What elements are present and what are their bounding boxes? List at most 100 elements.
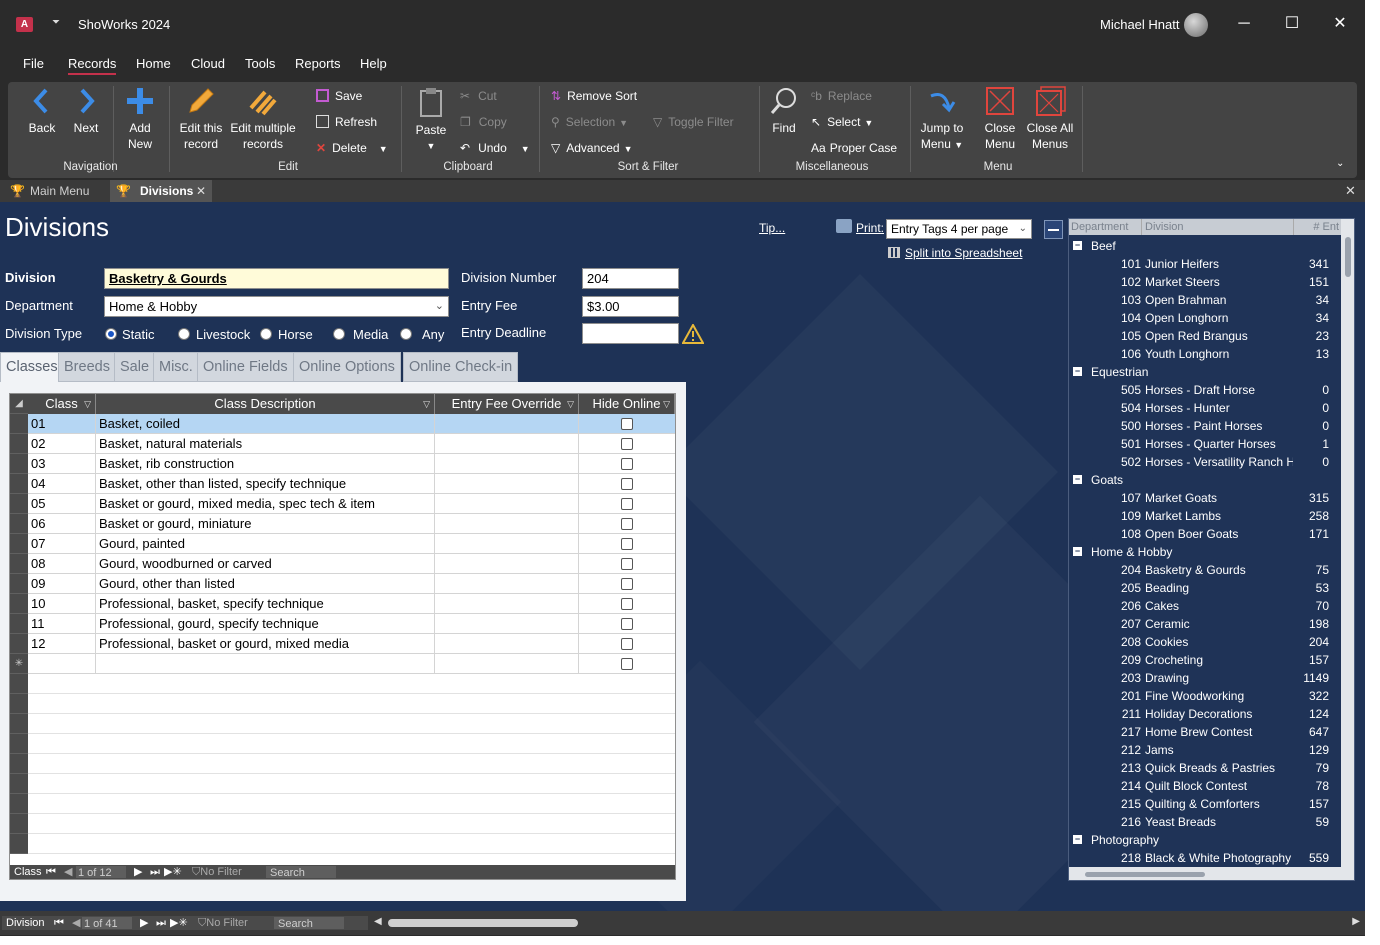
hide-online-checkbox[interactable] [621,538,633,550]
radio-static[interactable] [105,328,117,340]
cell-description[interactable]: Gourd, painted [96,534,435,554]
column-header-hide-online[interactable]: Hide Online ▽ [579,394,675,414]
collapse-minus-icon[interactable]: − [1073,241,1082,250]
filter-dropdown-icon[interactable]: ▽ [567,394,574,414]
cell-class[interactable]: 04 [28,474,96,494]
tab-sale[interactable]: Sale [114,352,156,382]
cell-entry-fee-override[interactable] [435,474,579,494]
menu-records[interactable]: Records [68,56,117,75]
maximize-button[interactable]: ☐ [1280,12,1304,36]
form-horizontal-scrollbar[interactable]: ◀ ▶ [372,916,1362,930]
cell-description[interactable]: Gourd, woodburned or carved [96,554,435,574]
bottom-nav-search-input[interactable]: Search [274,917,344,930]
cell-description[interactable]: Gourd, other than listed [96,574,435,594]
row-selector[interactable] [10,734,28,754]
cell-entry-fee-override[interactable] [435,454,579,474]
nav-search-input[interactable]: Search [266,866,336,879]
menu-help[interactable]: Help [360,56,387,71]
tree-item-row[interactable]: 208 Cookies 204 [1069,633,1354,651]
hide-online-checkbox[interactable] [621,458,633,470]
collapse-minus-icon[interactable]: − [1073,475,1082,484]
radio-livestock[interactable] [178,328,190,340]
new-record-icon[interactable]: ▶✳ [170,916,188,930]
table-row[interactable]: 07 Gourd, painted [28,534,675,554]
tree-item-row[interactable]: 207 Ceramic 198 [1069,615,1354,633]
cell-entry-fee-override[interactable] [435,534,579,554]
menu-reports[interactable]: Reports [295,56,341,71]
row-selector[interactable] [10,674,28,694]
row-selector[interactable] [10,514,28,534]
tree-item-row[interactable]: 105 Open Red Brangus 23 [1069,327,1354,345]
first-record-icon[interactable]: ⏮ [54,916,64,930]
split-spreadsheet-link[interactable]: Split into Spreadsheet [905,246,1022,260]
cut-button[interactable]: ✂ Cut [460,88,497,104]
collapse-ribbon-chevron-icon[interactable]: ⌄ [1336,156,1344,172]
cell-entry-fee-override[interactable] [435,554,579,574]
row-selector[interactable] [10,834,28,854]
table-row[interactable]: 08 Gourd, woodburned or carved [28,554,675,574]
cell-description[interactable]: Basket, coiled [96,414,435,434]
entry-deadline-field[interactable] [582,323,679,344]
prev-record-icon[interactable]: ◀ [64,865,72,879]
back-button[interactable]: Back [24,86,60,136]
cell-class[interactable]: 10 [28,594,96,614]
avatar[interactable] [1184,13,1208,37]
close-object-icon[interactable]: ✕ [1345,180,1356,202]
tree-item-row[interactable]: 104 Open Longhorn 34 [1069,309,1354,327]
cell-class[interactable]: 03 [28,454,96,474]
row-selector[interactable] [10,594,28,614]
prev-record-icon[interactable]: ◀ [72,916,80,930]
column-header-entry-fee-override[interactable]: Entry Fee Override ▽ [435,394,579,414]
row-selector[interactable] [10,634,28,654]
row-selector[interactable] [10,534,28,554]
cell-class[interactable]: 01 [28,414,96,434]
row-selector[interactable] [10,694,28,714]
collapse-minus-icon[interactable]: − [1073,367,1082,376]
cell-class[interactable]: 07 [28,534,96,554]
tree-item-row[interactable]: 102 Market Steers 151 [1069,273,1354,291]
tree-group-row[interactable]: − Photography [1069,831,1354,849]
close-all-menus-button[interactable]: Close All Menus [1024,86,1076,152]
cell-class[interactable]: 09 [28,574,96,594]
radio-any[interactable] [400,328,412,340]
tree-item-row[interactable]: 215 Quilting & Comforters 157 [1069,795,1354,813]
tree-group-row[interactable]: − Equestrian [1069,363,1354,381]
cell-entry-fee-override[interactable] [435,614,579,634]
cell-class[interactable]: 08 [28,554,96,574]
refresh-button[interactable]: Refresh [316,114,377,130]
cell-class[interactable] [28,654,96,674]
row-selector[interactable] [10,434,28,454]
tree-item-row[interactable]: 205 Beading 53 [1069,579,1354,597]
no-filter-button[interactable]: ⛉ No Filter [198,916,248,930]
print-report-select[interactable]: Entry Tags 4 per page ⌄ [886,219,1032,239]
last-record-icon[interactable]: ⏭ [150,865,160,879]
column-header-class[interactable]: Class ▽ [28,394,96,414]
tree-header-division[interactable]: Division [1141,219,1293,235]
cell-entry-fee-override[interactable] [435,634,579,654]
cell-description[interactable]: Professional, basket or gourd, mixed med… [96,634,435,654]
tree-item-row[interactable]: 106 Youth Longhorn 13 [1069,345,1354,363]
tree-item-row[interactable]: 211 Holiday Decorations 124 [1069,705,1354,723]
row-selector[interactable]: ✳ [10,654,28,674]
cell-entry-fee-override[interactable] [435,414,579,434]
row-selector[interactable] [10,414,28,434]
next-button[interactable]: Next [68,86,104,136]
row-selector[interactable] [10,794,28,814]
tab-online-fields[interactable]: Online Fields [197,352,294,382]
tree-item-row[interactable]: 101 Junior Heifers 341 [1069,255,1354,273]
tree-item-row[interactable]: 206 Cakes 70 [1069,597,1354,615]
find-button[interactable]: Find [766,86,802,136]
hide-online-checkbox[interactable] [621,558,633,570]
cell-entry-fee-override[interactable] [435,594,579,614]
row-selector[interactable] [10,614,28,634]
row-selector[interactable] [10,574,28,594]
tree-item-row[interactable]: 204 Basketry & Gourds 75 [1069,561,1354,579]
menu-file[interactable]: File [23,56,44,71]
new-record-row[interactable] [28,654,675,674]
table-row[interactable]: 11 Professional, gourd, specify technique [28,614,675,634]
hide-online-checkbox[interactable] [621,578,633,590]
quick-access-dropdown-icon[interactable]: ⏷ [52,17,60,28]
menu-home[interactable]: Home [136,56,171,71]
radio-media[interactable] [333,328,345,340]
bottom-nav-position[interactable]: 1 of 41 [82,917,132,930]
